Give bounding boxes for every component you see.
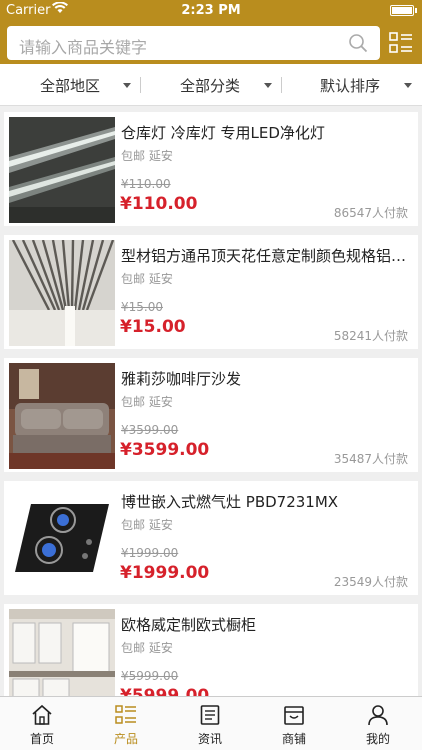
- tab-home[interactable]: 首页: [0, 697, 84, 750]
- tab-news[interactable]: 资讯: [168, 697, 252, 750]
- sale-price: ¥5999.00: [120, 686, 210, 696]
- product-tags: 包邮 延安: [121, 641, 173, 655]
- product-tags: 包邮 延安: [121, 272, 173, 286]
- sold-count: 23549人付款: [333, 575, 408, 589]
- tab-products[interactable]: 产品: [84, 697, 168, 750]
- home-icon: [32, 704, 52, 725]
- product-tags: 包邮 延安: [121, 395, 173, 409]
- tab-store[interactable]: 商铺: [252, 697, 336, 750]
- filter-category-label: 全部分类: [180, 76, 241, 95]
- filter-category[interactable]: 全部分类: [180, 64, 240, 106]
- product-title: 仓库灯 冷库灯 专用LED净化灯: [121, 124, 325, 142]
- search-icon[interactable]: [348, 33, 368, 53]
- chevron-down-icon: [404, 83, 412, 88]
- tab-store-label: 商铺: [281, 732, 306, 746]
- product-image: [9, 363, 115, 469]
- product-tags: 包邮 延安: [121, 149, 173, 163]
- divider: [281, 77, 282, 93]
- search-input[interactable]: 请输入商品关键字: [19, 34, 147, 58]
- search-box[interactable]: 请输入商品关键字: [7, 26, 380, 60]
- filter-bar: 全部地区 全部分类 默认排序: [0, 64, 422, 106]
- sold-count: 86547人付款: [333, 206, 408, 220]
- battery-icon: [390, 5, 414, 16]
- product-card[interactable]: 博世嵌入式燃气灶 PBD7231MX 包邮 延安 ¥1999.00 ¥1999.…: [4, 481, 418, 595]
- product-image: [9, 609, 115, 696]
- product-title: 型材铝方通吊顶天花任意定制颜色规格铝方通: [121, 247, 411, 265]
- tab-profile-label: 我的: [365, 732, 390, 746]
- filter-region-label: 全部地区: [40, 76, 101, 95]
- list-icon: [115, 705, 136, 724]
- tab-profile[interactable]: 我的: [336, 697, 420, 750]
- sale-price: ¥15.00: [120, 317, 186, 337]
- filter-sort-label: 默认排序: [320, 76, 381, 95]
- product-card[interactable]: 型材铝方通吊顶天花任意定制颜色规格铝方通 包邮 延安 ¥15.00 ¥15.00…: [4, 235, 418, 349]
- sold-count: 35487人付款: [333, 452, 408, 466]
- product-card[interactable]: 仓库灯 冷库灯 专用LED净化灯 包邮 延安 ¥110.00 ¥110.00 8…: [4, 112, 418, 226]
- top-header: 请输入商品关键字: [0, 22, 422, 64]
- status-bar: Carrier 2:23 PM: [0, 0, 422, 22]
- original-price: ¥3599.00: [121, 423, 179, 437]
- product-list[interactable]: 仓库灯 冷库灯 专用LED净化灯 包邮 延安 ¥110.00 ¥110.00 8…: [0, 112, 422, 696]
- battery-tip: [415, 8, 417, 13]
- tab-products-label: 产品: [113, 732, 138, 746]
- sale-price: ¥110.00: [120, 194, 198, 214]
- filter-sort[interactable]: 默认排序: [320, 64, 380, 106]
- category-menu-icon[interactable]: [389, 31, 413, 55]
- clock: 2:23 PM: [181, 3, 241, 18]
- chevron-down-icon: [264, 83, 272, 88]
- product-card[interactable]: 雅莉莎咖啡厅沙发 包邮 延安 ¥3599.00 ¥3599.00 35487人付…: [4, 358, 418, 472]
- divider: [140, 77, 141, 93]
- tab-bar: 首页 产品 资讯 商铺 我的: [0, 696, 422, 750]
- product-title: 雅莉莎咖啡厅沙发: [121, 370, 242, 388]
- original-price: ¥110.00: [121, 177, 171, 191]
- tab-home-label: 首页: [29, 732, 54, 746]
- filter-region[interactable]: 全部地区: [40, 64, 100, 106]
- original-price: ¥1999.00: [121, 546, 179, 560]
- sold-count: 58241人付款: [333, 329, 408, 343]
- original-price: ¥15.00: [121, 300, 163, 314]
- product-title: 欧格威定制欧式橱柜: [121, 616, 257, 634]
- product-image: [9, 486, 115, 592]
- store-icon: [284, 706, 304, 725]
- sale-price: ¥3599.00: [120, 440, 210, 460]
- tab-news-label: 资讯: [197, 732, 222, 746]
- product-image: [9, 117, 115, 223]
- original-price: ¥5999.00: [121, 669, 179, 683]
- product-title: 博世嵌入式燃气灶 PBD7231MX: [121, 493, 339, 511]
- chevron-down-icon: [123, 83, 131, 88]
- product-image: [9, 240, 115, 346]
- sale-price: ¥1999.00: [120, 563, 210, 583]
- product-card[interactable]: 欧格威定制欧式橱柜 包邮 延安 ¥5999.00 ¥5999.00: [4, 604, 418, 696]
- news-icon: [200, 705, 220, 725]
- product-tags: 包邮 延安: [121, 518, 173, 532]
- user-icon: [368, 705, 388, 726]
